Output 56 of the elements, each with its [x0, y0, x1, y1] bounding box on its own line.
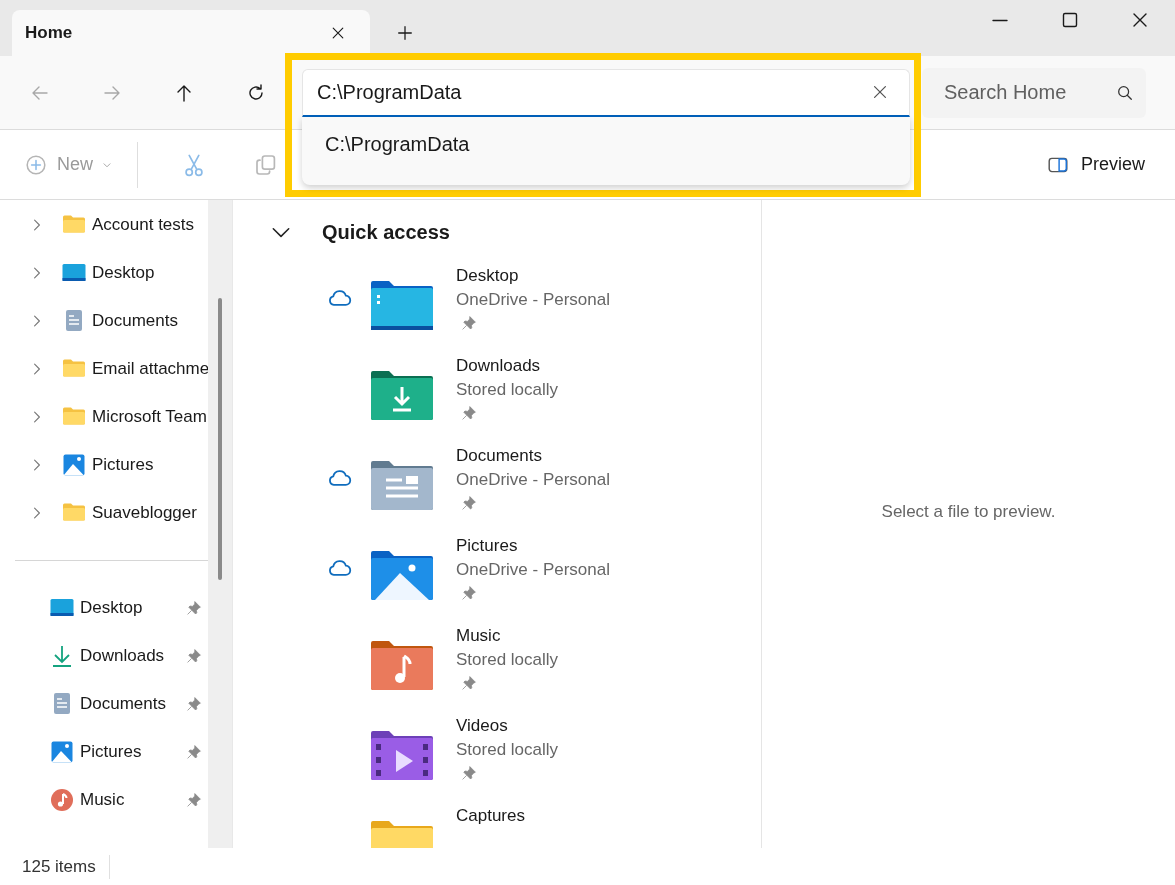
folder-name[interactable]: Downloads — [456, 354, 559, 378]
plus-icon — [396, 24, 414, 42]
sidebar-item[interactable]: Suaveblogger — [92, 503, 197, 523]
search-icon — [1116, 83, 1134, 102]
close-icon — [330, 25, 346, 41]
close-icon — [871, 83, 889, 101]
sidebar-item[interactable]: Music — [80, 790, 125, 810]
scissors-icon — [182, 152, 206, 177]
sidebar-item[interactable]: Pictures — [80, 742, 142, 762]
sidebar-item[interactable]: Desktop — [92, 263, 155, 283]
sidebar-item[interactable]: Desktop — [80, 598, 143, 618]
picture-icon — [62, 453, 86, 477]
folder-location: OneDrive - Personal — [456, 559, 610, 581]
sidebar-item[interactable]: Microsoft Team — [92, 407, 207, 427]
pictures-folder-icon — [370, 550, 434, 601]
folder-location: OneDrive - Personal — [456, 289, 610, 311]
sidebar-item[interactable]: Pictures — [92, 455, 154, 475]
folder-name[interactable]: Captures — [456, 804, 525, 828]
preview-button[interactable]: Preview — [1046, 144, 1145, 185]
music-folder-icon — [370, 640, 434, 691]
address-input[interactable]: C:\ProgramData — [317, 69, 865, 115]
tab-title: Home — [25, 23, 74, 43]
desktop-folder-icon — [370, 280, 434, 331]
folder-location: Stored locally — [456, 649, 559, 671]
documents-folder-icon — [370, 460, 434, 511]
sidebar-item[interactable]: Documents — [80, 694, 166, 714]
sidebar-item[interactable]: Documents — [92, 311, 178, 331]
address-bar[interactable]: C:\ProgramData — [302, 68, 910, 117]
folder-name[interactable]: Desktop — [456, 264, 610, 288]
maximize-icon — [1060, 10, 1080, 30]
copy-icon — [254, 152, 278, 177]
tab[interactable]: Home — [12, 10, 370, 56]
folder-name[interactable]: Pictures — [456, 534, 610, 558]
suggestion-item[interactable]: C:\ProgramData — [307, 122, 905, 166]
scrollbar-thumb[interactable] — [218, 298, 222, 580]
download-icon — [50, 644, 74, 668]
plus-circle-icon — [25, 153, 47, 176]
music-icon — [50, 788, 74, 812]
search-field[interactable]: Search Home — [922, 67, 1146, 118]
search-input[interactable]: Search Home — [944, 67, 1116, 118]
download-folder-icon — [370, 370, 434, 421]
folder-name[interactable]: Music — [456, 624, 559, 648]
sidebar-item[interactable]: Account tests — [92, 215, 195, 235]
folder-name[interactable]: Videos — [456, 714, 559, 738]
section-heading: Quick access — [322, 220, 450, 244]
folder-location: Stored locally — [456, 739, 559, 761]
folder-location: OneDrive - Personal — [456, 469, 610, 491]
sidebar-item[interactable]: Email attachme — [92, 359, 208, 379]
folder-name[interactable]: Documents — [456, 444, 610, 468]
sidebar-item[interactable]: Downloads — [80, 646, 165, 666]
video-folder-icon — [370, 730, 434, 781]
picture-icon — [50, 740, 74, 764]
minimize-icon — [992, 18, 1008, 22]
item-count: 125 items — [22, 856, 96, 877]
folder-location: Stored locally — [456, 379, 559, 401]
preview-message: Select a file to preview. — [881, 502, 1056, 522]
